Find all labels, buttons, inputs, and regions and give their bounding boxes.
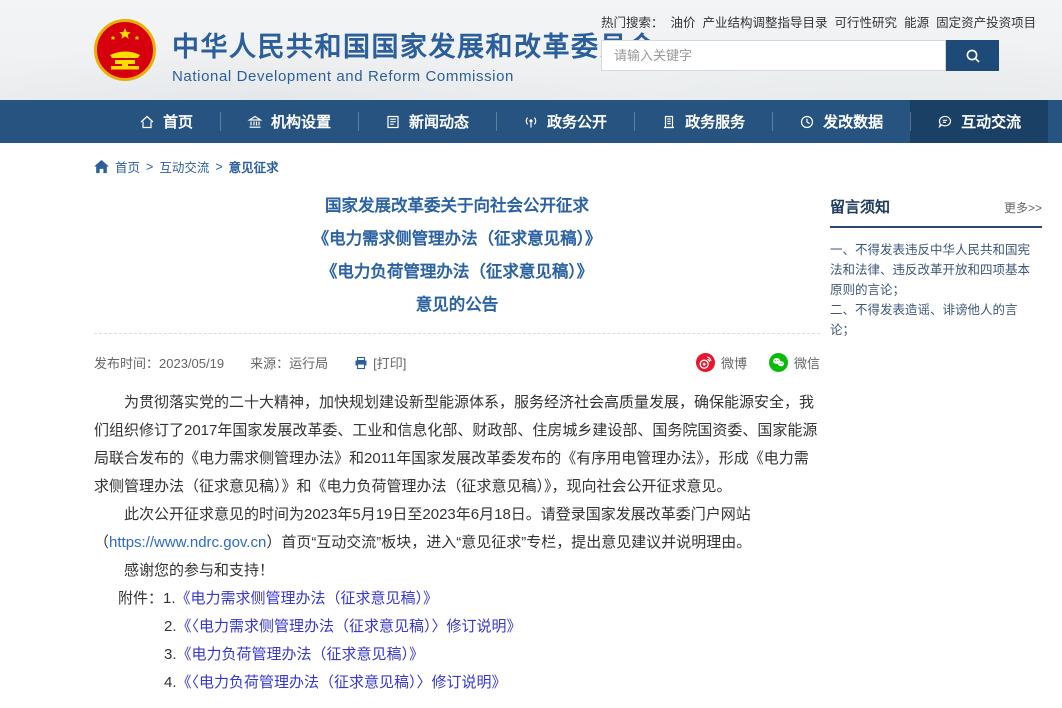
bank-icon: [247, 114, 263, 130]
hot-search-term[interactable]: 产业结构调整指导目录: [703, 16, 828, 30]
attachment-row: 3.《电力负荷管理办法（征求意见稿）》: [94, 641, 820, 669]
nav-label: 政务公开: [547, 111, 607, 132]
paragraph: 此次公开征求意见的时间为2023年5月19日至2023年6月18日。请登录国家发…: [94, 501, 820, 557]
page: 中华人民共和国国家发展和改革委员会 National Development a…: [0, 0, 1062, 708]
article-meta: 发布时间：2023/05/19 来源：运行局 [打印]: [94, 353, 406, 372]
printer-icon: [354, 356, 368, 370]
attachment-row: 附件：1.《电力需求侧管理办法（征求意见稿）》: [94, 585, 820, 613]
hot-search-term[interactable]: 固定资产投资项目: [936, 16, 1036, 30]
article-column: 国家发展改革委关于向社会公开征求 《电力需求侧管理办法（征求意见稿）》 《电力负…: [94, 186, 820, 708]
nav-item-organization[interactable]: 机构设置: [220, 100, 358, 143]
hot-search-term[interactable]: 能源: [904, 16, 929, 30]
hot-search-row: 热门搜索：油价产业结构调整指导目录可行性研究能源固定资产投资项目: [601, 12, 1001, 31]
attachment-number: 1.: [163, 590, 176, 607]
attachment-link-3[interactable]: 《电力负荷管理办法（征求意见稿）》: [177, 646, 425, 663]
attachment-number: 2.: [164, 618, 177, 635]
paragraph: 为贯彻落实党的二十大精神，加快规划建设新型能源体系，服务经济社会高质量发展，确保…: [94, 389, 820, 501]
print-button[interactable]: [打印]: [354, 353, 406, 372]
article-title-line: 国家发展改革委关于向社会公开征求: [94, 194, 820, 219]
sidebar-header: 留言须知 更多>>: [830, 196, 1042, 228]
ndrc-website-link[interactable]: https://www.ndrc.gov.cn: [109, 534, 266, 551]
attachment-link-2[interactable]: 《〈电力需求侧管理办法（征求意见稿）〉修订说明》: [177, 618, 522, 635]
nav-label: 政务服务: [685, 111, 745, 132]
share-weibo-label: 微博: [721, 353, 747, 372]
hot-search-term[interactable]: 油价: [671, 16, 696, 30]
attachments: 附件：1.《电力需求侧管理办法（征求意见稿）》 2.《〈电力需求侧管理办法（征求…: [94, 585, 820, 697]
site-title-cn: 中华人民共和国国家发展和改革委员会: [172, 25, 657, 64]
news-icon: [385, 114, 401, 130]
clock-icon: [799, 114, 815, 130]
search-input[interactable]: [601, 40, 946, 71]
weibo-icon: [696, 353, 715, 372]
attachment-row: 2.《〈电力需求侧管理办法（征求意见稿）〉修订说明》: [94, 613, 820, 641]
article-meta-row: 发布时间：2023/05/19 来源：运行局 [打印]: [94, 353, 820, 372]
thanks-line: 感谢您的参与和支持！: [94, 557, 820, 585]
share-wechat-button[interactable]: 微信: [769, 353, 820, 372]
nav-item-data[interactable]: 发改数据: [772, 100, 910, 143]
services-icon: [661, 114, 677, 130]
dashed-divider: [94, 333, 820, 334]
hot-search-label: 热门搜索：: [601, 16, 664, 30]
attachment-number: 4.: [164, 674, 177, 691]
nav-label: 发改数据: [823, 111, 883, 132]
print-label: [打印]: [373, 353, 406, 372]
share-weibo-button[interactable]: 微博: [696, 353, 747, 372]
search-button[interactable]: [946, 40, 999, 71]
rule-item: 一、不得发表违反中华人民共和国宪法和法律、违反改革开放和四项基本原则的言论；: [830, 240, 1042, 300]
breadcrumb-home[interactable]: 首页: [115, 157, 140, 176]
nav-item-interaction[interactable]: 互动交流: [910, 100, 1048, 143]
search-bar: [601, 40, 1001, 71]
search-icon: [964, 47, 982, 65]
breadcrumb: 首页 > 互动交流 > 意见征求: [94, 157, 279, 176]
nav-item-services[interactable]: 政务服务: [634, 100, 772, 143]
nav-label: 机构设置: [271, 111, 331, 132]
nav-label: 首页: [163, 111, 193, 132]
sidebar-more-link[interactable]: 更多>>: [1004, 199, 1042, 216]
national-emblem-icon: [93, 18, 157, 82]
main-nav: 首页 机构设置 新闻动态: [0, 100, 1062, 143]
home-icon: [139, 114, 155, 130]
nav-item-news[interactable]: 新闻动态: [358, 100, 496, 143]
sidebar-title: 留言须知: [830, 196, 890, 217]
rule-item: 二、不得发表造谣、诽谤他人的言论；: [830, 300, 1042, 340]
breadcrumb-current: 意见征求: [229, 157, 279, 176]
breadcrumb-separator: >: [215, 160, 222, 174]
breadcrumb-separator: >: [146, 160, 153, 174]
attachments-label: 附件：: [118, 590, 163, 607]
hot-search-term[interactable]: 可行性研究: [835, 16, 898, 30]
header-search-area: 热门搜索：油价产业结构调整指导目录可行性研究能源固定资产投资项目: [601, 12, 1001, 71]
site-title-en: National Development and Reform Commissi…: [172, 68, 657, 85]
site-header: 中华人民共和国国家发展和改革委员会 National Development a…: [0, 0, 1062, 100]
nav-label: 新闻动态: [409, 111, 469, 132]
sidebar-rules: 一、不得发表违反中华人民共和国宪法和法律、违反改革开放和四项基本原则的言论； 二…: [830, 240, 1042, 340]
attachment-link-1[interactable]: 《电力需求侧管理办法（征求意见稿）》: [176, 590, 439, 607]
article-body: 为贯彻落实党的二十大精神，加快规划建设新型能源体系，服务经济社会高质量发展，确保…: [94, 389, 820, 708]
article-title-line: 《电力负荷管理办法（征求意见稿）》: [94, 260, 820, 285]
attachment-link-4[interactable]: 《〈电力负荷管理办法（征求意见稿）〉修订说明》: [177, 674, 507, 691]
home-icon: [94, 160, 109, 174]
publish-time: 发布时间：2023/05/19: [94, 353, 224, 372]
attachment-number: 3.: [164, 646, 177, 663]
nav-item-disclosure[interactable]: 政务公开: [496, 100, 634, 143]
nav-item-home[interactable]: 首页: [112, 100, 220, 143]
breadcrumb-interaction[interactable]: 互动交流: [159, 157, 209, 176]
article-title-line: 意见的公告: [94, 293, 820, 318]
share-buttons: 微博 微信: [696, 353, 820, 372]
paragraph-text: ）首页“互动交流”板块，进入“意见征求”专栏，提出意见建议并说明理由。: [266, 534, 751, 551]
site-title-block: 中华人民共和国国家发展和改革委员会 National Development a…: [172, 25, 657, 85]
share-wechat-label: 微信: [794, 353, 820, 372]
source: 来源：运行局: [250, 353, 328, 372]
wechat-icon: [769, 353, 788, 372]
sidebar-message-notice: 留言须知 更多>> 一、不得发表违反中华人民共和国宪法和法律、违反改革开放和四项…: [830, 196, 1042, 340]
nav-label: 互动交流: [961, 111, 1021, 132]
article-title-line: 《电力需求侧管理办法（征求意见稿）》: [94, 227, 820, 252]
broadcast-icon: [523, 114, 539, 130]
attachment-row: 4.《〈电力负荷管理办法（征求意见稿）〉修订说明》: [94, 669, 820, 697]
chat-icon: [937, 114, 953, 130]
